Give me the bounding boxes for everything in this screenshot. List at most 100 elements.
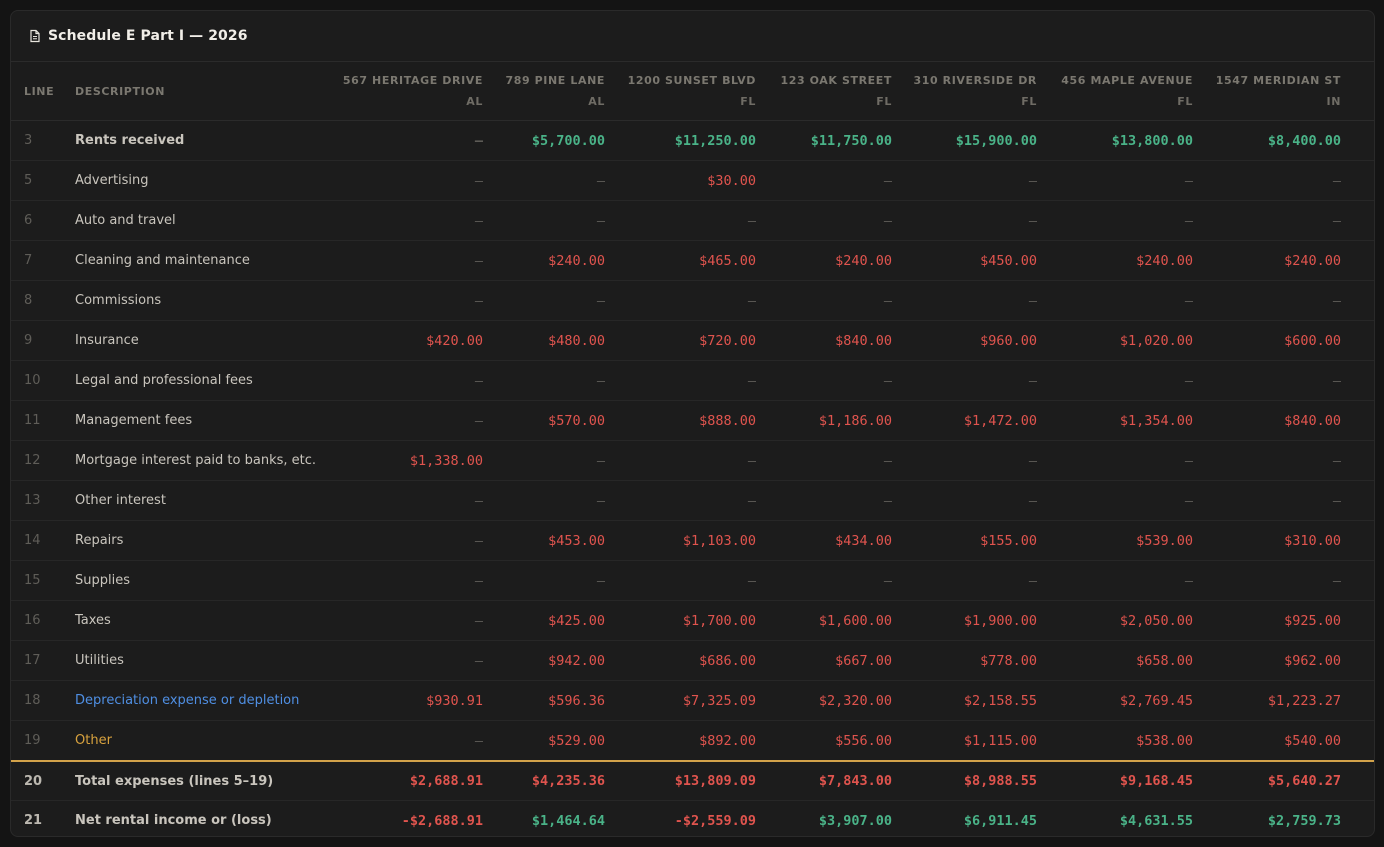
amount-cell[interactable]: $840.00 <box>769 320 905 361</box>
amount-cell[interactable]: — <box>618 560 769 601</box>
amount-cell[interactable]: — <box>1206 280 1354 321</box>
table-row[interactable]: 21 Net rental income or (loss) -$2,688.91 $… <box>11 800 1374 836</box>
column-header-property[interactable]: 1547 MERIDIAN ST IN <box>1206 62 1354 121</box>
column-header-description[interactable]: DESCRIPTION <box>63 62 333 121</box>
amount-cell[interactable]: — <box>1050 440 1206 481</box>
amount-cell[interactable]: — <box>618 480 769 521</box>
amount-cell[interactable]: -$2,559.09 <box>618 800 769 836</box>
amount-cell[interactable] <box>1354 600 1374 641</box>
amount-cell[interactable] <box>1354 360 1374 401</box>
amount-cell[interactable]: — <box>1206 160 1354 201</box>
amount-cell[interactable]: $1,354.00 <box>1050 400 1206 441</box>
amount-cell[interactable] <box>1354 240 1374 281</box>
amount-cell[interactable]: $5,640.27 <box>1206 760 1354 801</box>
amount-cell[interactable] <box>1354 480 1374 521</box>
amount-cell[interactable]: — <box>1050 280 1206 321</box>
table-row[interactable]: 18 Depreciation expense or depletion $930.… <box>11 680 1374 721</box>
amount-cell[interactable]: $4,235.36 <box>496 760 618 801</box>
amount-cell[interactable]: — <box>496 480 618 521</box>
amount-cell[interactable]: — <box>333 560 496 601</box>
amount-cell[interactable]: — <box>769 200 905 241</box>
amount-cell[interactable]: $600.00 <box>1206 320 1354 361</box>
amount-cell[interactable]: $2,050.00 <box>1050 600 1206 641</box>
amount-cell[interactable]: $434.00 <box>769 520 905 561</box>
amount-cell[interactable] <box>1354 640 1374 681</box>
table-row[interactable]: 11 Management fees — $570.00 $888.00 $1,186.0… <box>11 400 1374 441</box>
amount-cell[interactable]: — <box>905 440 1050 481</box>
amount-cell[interactable]: $453.00 <box>496 520 618 561</box>
column-header-property[interactable]: 789 PINE LANE AL <box>496 62 618 121</box>
amount-cell[interactable]: — <box>905 360 1050 401</box>
amount-cell[interactable]: $425.00 <box>496 600 618 641</box>
table-row[interactable]: 13 Other interest — — — — — — — <box>11 480 1374 521</box>
column-header-line[interactable]: LINE <box>11 62 63 121</box>
amount-cell[interactable]: — <box>496 200 618 241</box>
amount-cell[interactable]: — <box>1206 560 1354 601</box>
amount-cell[interactable]: — <box>333 120 496 161</box>
amount-cell[interactable] <box>1354 800 1374 836</box>
amount-cell[interactable] <box>1354 680 1374 721</box>
table-row[interactable]: 15 Supplies — — — — — — — <box>11 560 1374 601</box>
table-row[interactable]: 19 Other — $529.00 $892.00 $556.00 $1,115.00 $5… <box>11 720 1374 762</box>
amount-cell[interactable]: $7,843.00 <box>769 760 905 801</box>
amount-cell[interactable]: $13,800.00 <box>1050 120 1206 161</box>
amount-cell[interactable]: $240.00 <box>496 240 618 281</box>
amount-cell[interactable]: — <box>769 160 905 201</box>
amount-cell[interactable]: — <box>496 280 618 321</box>
amount-cell[interactable]: — <box>333 360 496 401</box>
amount-cell[interactable]: $450.00 <box>905 240 1050 281</box>
amount-cell[interactable] <box>1354 120 1374 161</box>
amount-cell[interactable] <box>1354 520 1374 561</box>
amount-cell[interactable]: — <box>905 200 1050 241</box>
amount-cell[interactable]: — <box>1206 480 1354 521</box>
table-row[interactable]: 20 Total expenses (lines 5–19) $2,688.91 $4… <box>11 760 1374 801</box>
amount-cell[interactable]: $5,700.00 <box>496 120 618 161</box>
amount-cell[interactable]: — <box>333 520 496 561</box>
amount-cell[interactable]: $529.00 <box>496 720 618 762</box>
amount-cell[interactable]: — <box>905 480 1050 521</box>
amount-cell[interactable]: $240.00 <box>1206 240 1354 281</box>
amount-cell[interactable]: — <box>333 160 496 201</box>
amount-cell[interactable]: $240.00 <box>769 240 905 281</box>
amount-cell[interactable]: $2,759.73 <box>1206 800 1354 836</box>
amount-cell[interactable]: — <box>1206 440 1354 481</box>
amount-cell[interactable]: — <box>769 280 905 321</box>
line-description[interactable]: Other <box>63 720 333 762</box>
amount-cell[interactable]: $1,103.00 <box>618 520 769 561</box>
amount-cell[interactable] <box>1354 160 1374 201</box>
amount-cell[interactable]: $720.00 <box>618 320 769 361</box>
amount-cell[interactable]: — <box>1050 200 1206 241</box>
amount-cell[interactable] <box>1354 280 1374 321</box>
amount-cell[interactable]: — <box>333 400 496 441</box>
amount-cell[interactable]: $15,900.00 <box>905 120 1050 161</box>
table-row[interactable]: 9 Insurance $420.00 $480.00 $720.00 $840.00 $9… <box>11 320 1374 361</box>
amount-cell[interactable]: $556.00 <box>769 720 905 762</box>
column-header-property[interactable]: 456 MAPLE AVENUE FL <box>1050 62 1206 121</box>
amount-cell[interactable]: — <box>333 720 496 762</box>
amount-cell[interactable]: $1,223.27 <box>1206 680 1354 721</box>
amount-cell[interactable]: — <box>496 360 618 401</box>
amount-cell[interactable] <box>1354 760 1374 801</box>
amount-cell[interactable]: $8,988.55 <box>905 760 1050 801</box>
amount-cell[interactable]: — <box>769 560 905 601</box>
column-header-property[interactable]: 123 OAK STREET FL <box>769 62 905 121</box>
amount-cell[interactable]: $570.00 <box>496 400 618 441</box>
amount-cell[interactable]: — <box>618 440 769 481</box>
amount-cell[interactable]: $7,325.09 <box>618 680 769 721</box>
amount-cell[interactable]: $8,400.00 <box>1206 120 1354 161</box>
amount-cell[interactable]: $1,115.00 <box>905 720 1050 762</box>
amount-cell[interactable] <box>1354 400 1374 441</box>
amount-cell[interactable]: $1,338.00 <box>333 440 496 481</box>
amount-cell[interactable]: $840.00 <box>1206 400 1354 441</box>
amount-cell[interactable]: $538.00 <box>1050 720 1206 762</box>
table-row[interactable]: 8 Commissions — — — — — — — <box>11 280 1374 321</box>
amount-cell[interactable]: — <box>333 640 496 681</box>
amount-cell[interactable]: — <box>1206 200 1354 241</box>
amount-cell[interactable]: $420.00 <box>333 320 496 361</box>
amount-cell[interactable]: $892.00 <box>618 720 769 762</box>
table-row[interactable]: 12 Mortgage interest paid to banks, etc. $… <box>11 440 1374 481</box>
amount-cell[interactable]: — <box>618 360 769 401</box>
amount-cell[interactable]: $942.00 <box>496 640 618 681</box>
amount-cell[interactable] <box>1354 320 1374 361</box>
table-row[interactable]: 7 Cleaning and maintenance — $240.00 $465.00… <box>11 240 1374 281</box>
